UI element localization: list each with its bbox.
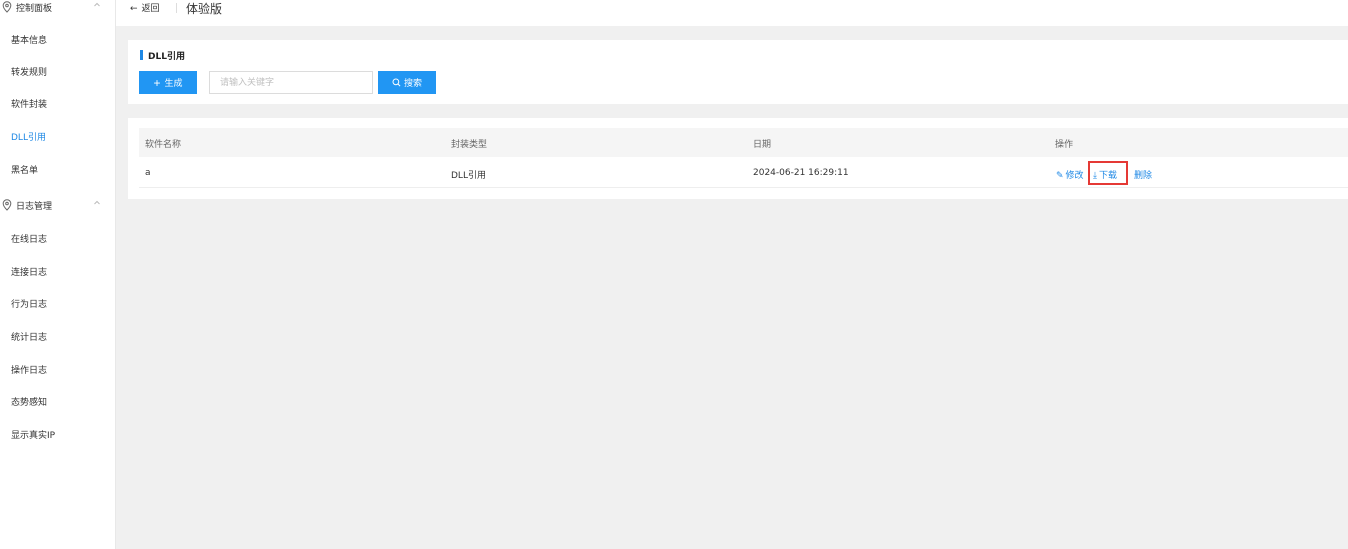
sidebar-group-label: 日志管理 — [16, 202, 53, 212]
cell-software-name: a — [145, 168, 151, 178]
sidebar-group-label: 控制面板 — [16, 4, 53, 14]
section-title: DLL引用 — [148, 52, 185, 62]
chevron-up-icon — [94, 2, 100, 7]
search-label: 搜索 — [403, 78, 422, 88]
sidebar-item-online-log[interactable]: 在线日志 — [11, 232, 47, 245]
sidebar-item-forward-rules[interactable]: 转发规则 — [11, 65, 47, 78]
back-button[interactable]: ← 返回 — [130, 1, 160, 14]
delete-label: 删除 — [1134, 171, 1153, 181]
column-header-package-type: 封装类型 — [451, 140, 488, 150]
location-pin-icon — [2, 199, 12, 211]
top-bar: ← 返回 体验版 — [116, 0, 1348, 26]
table-row: a DLL引用 2024-06-21 16:29:11 ✎ 修改 ⤓ 下载 删除 — [139, 158, 1348, 188]
header-divider — [176, 3, 177, 13]
generate-label: 生成 — [164, 78, 183, 88]
section-marker — [140, 50, 143, 60]
edit-icon: ✎ — [1056, 171, 1064, 181]
location-pin-icon — [2, 1, 12, 13]
sidebar-item-dll-reference[interactable]: DLL引用 — [11, 130, 46, 143]
page-title: 体验版 — [186, 2, 223, 16]
search-input[interactable] — [209, 71, 373, 94]
back-label: 返回 — [141, 4, 160, 14]
generate-button[interactable]: + 生成 — [139, 71, 197, 94]
delete-link[interactable]: 删除 — [1134, 168, 1152, 181]
search-icon — [392, 78, 401, 87]
table-panel: 软件名称 封装类型 日期 操作 a DLL引用 2024-06-21 16:29… — [128, 118, 1348, 199]
download-highlight-box — [1088, 161, 1128, 185]
sidebar-item-statistics-log[interactable]: 统计日志 — [11, 330, 47, 343]
table-header: 软件名称 封装类型 日期 操作 — [139, 128, 1348, 157]
column-header-date: 日期 — [753, 140, 772, 150]
sidebar-item-show-real-ip[interactable]: 显示真实IP — [11, 428, 55, 441]
column-header-software-name: 软件名称 — [145, 140, 182, 150]
edit-link[interactable]: ✎ 修改 — [1056, 168, 1084, 181]
sidebar-item-connection-log[interactable]: 连接日志 — [11, 265, 47, 278]
sidebar-item-operation-log[interactable]: 操作日志 — [11, 363, 47, 376]
sidebar: 控制面板 基本信息 转发规则 软件封装 DLL引用 黑名单 日志管理 在线日志 … — [0, 0, 116, 549]
sidebar-item-blacklist[interactable]: 黑名单 — [11, 163, 38, 176]
chevron-up-icon — [94, 200, 100, 205]
sidebar-item-situation-awareness[interactable]: 态势感知 — [11, 395, 47, 408]
column-header-actions: 操作 — [1055, 140, 1074, 150]
sidebar-group-control-panel[interactable]: 控制面板 — [0, 0, 116, 16]
sidebar-item-behavior-log[interactable]: 行为日志 — [11, 297, 47, 310]
edit-label: 修改 — [1065, 171, 1084, 181]
plus-icon: + — [153, 75, 161, 90]
sidebar-group-log-management[interactable]: 日志管理 — [0, 198, 116, 214]
sidebar-item-software-package[interactable]: 软件封装 — [11, 97, 47, 110]
search-button[interactable]: 搜索 — [378, 71, 436, 94]
cell-package-type: DLL引用 — [451, 171, 486, 181]
cell-date: 2024-06-21 16:29:11 — [753, 168, 849, 178]
search-panel: DLL引用 + 生成 搜索 — [128, 40, 1348, 104]
sidebar-item-basic-info[interactable]: 基本信息 — [11, 33, 47, 46]
arrow-left-icon: ← — [130, 4, 138, 14]
